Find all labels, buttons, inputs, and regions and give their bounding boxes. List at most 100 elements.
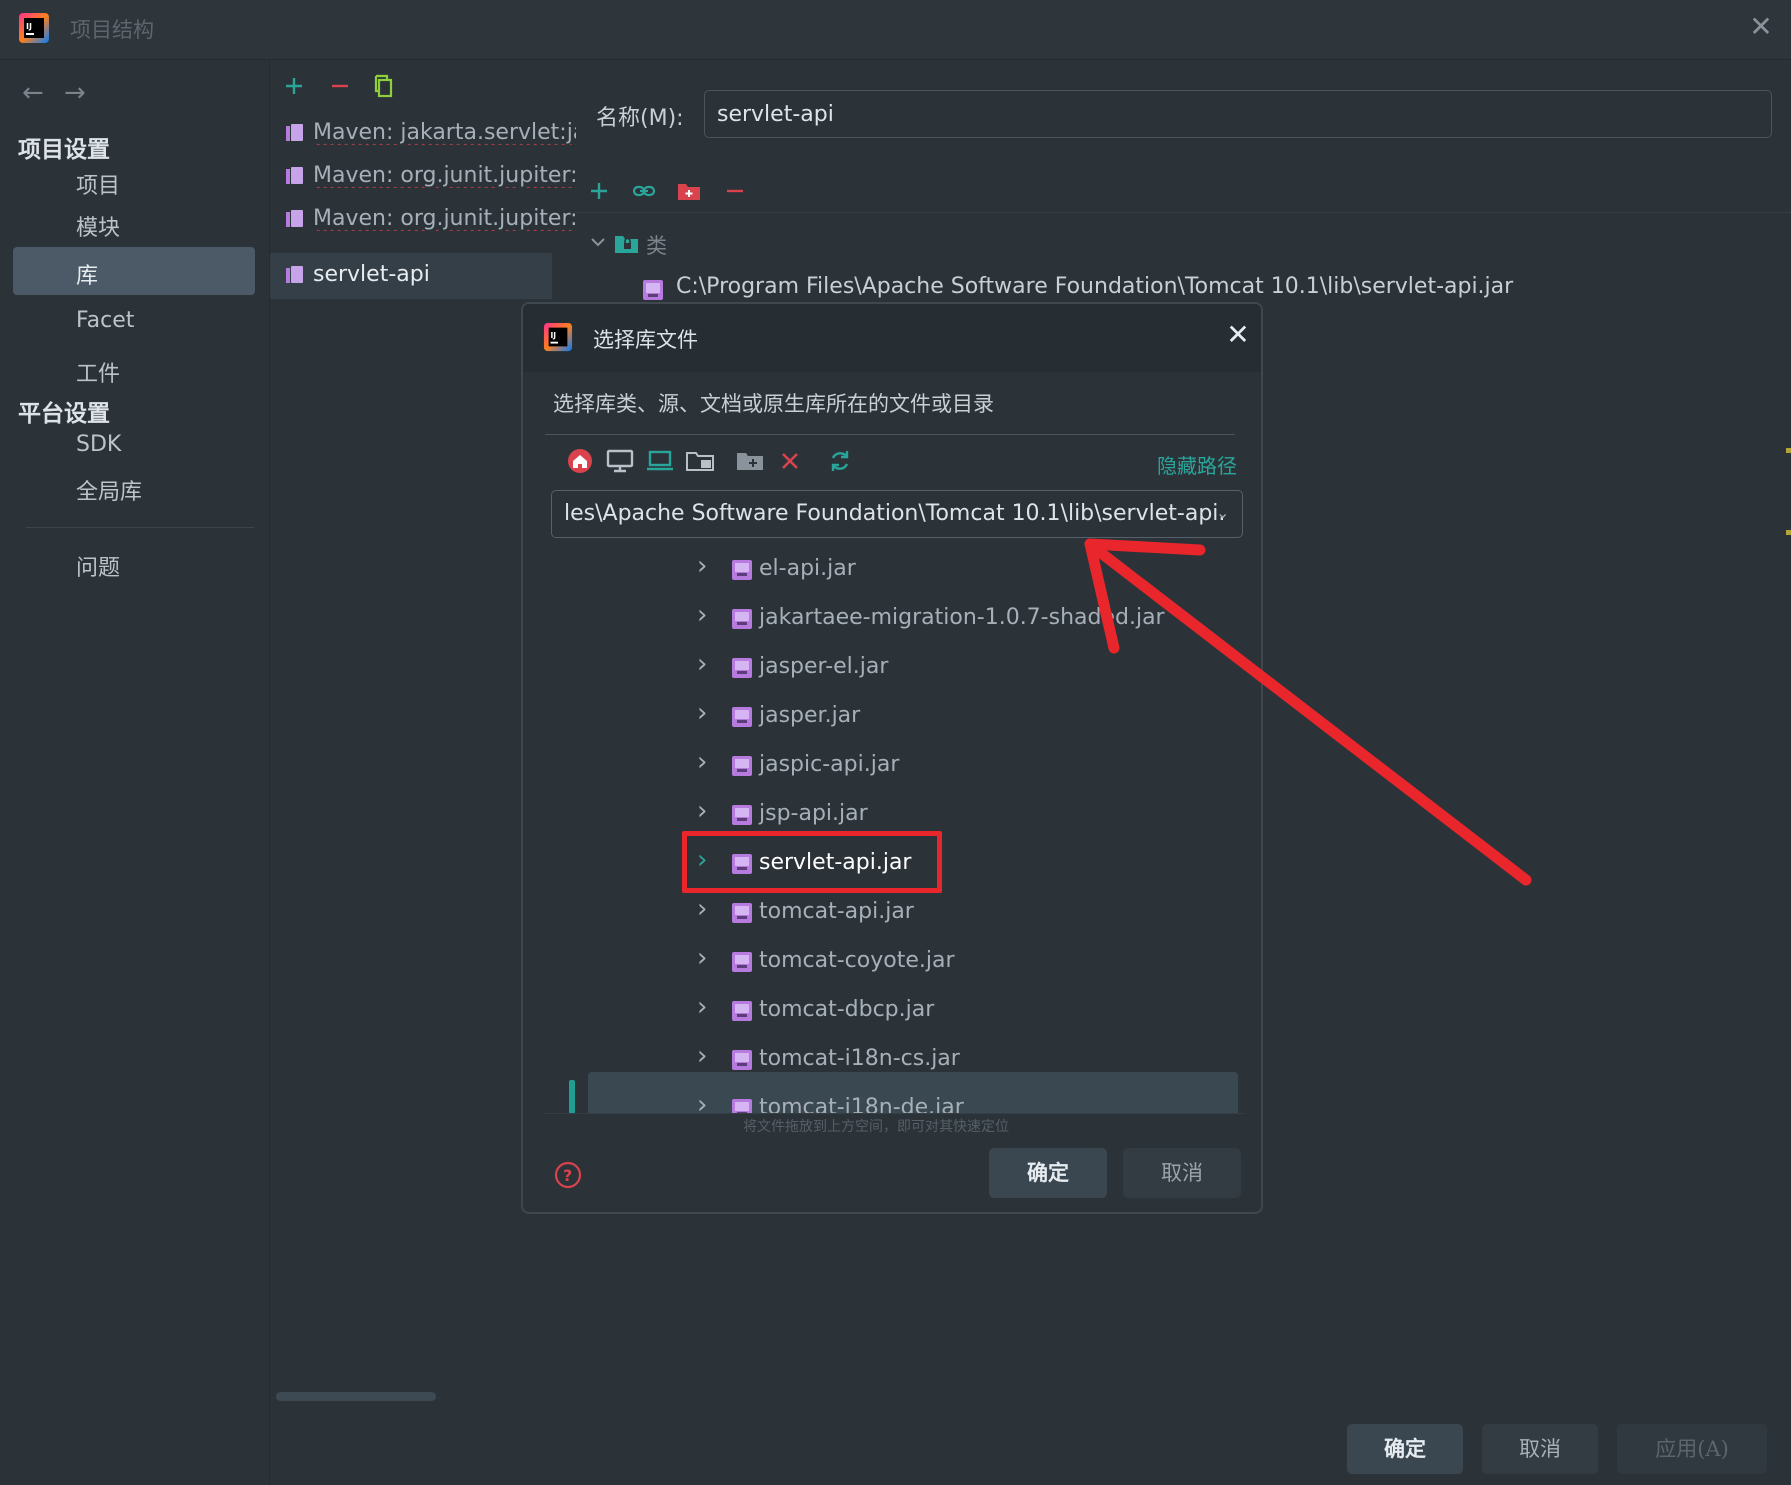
- library-icon: [286, 167, 303, 184]
- jar-icon: [732, 609, 752, 629]
- file-name: el-api.jar: [759, 556, 856, 581]
- horizontal-scrollbar[interactable]: [276, 1392, 436, 1401]
- close-icon[interactable]: ✕: [1746, 12, 1776, 42]
- remove-icon[interactable]: [722, 178, 748, 204]
- file-name: jasper.jar: [759, 703, 861, 728]
- classes-folder-icon: [615, 236, 638, 253]
- home-icon[interactable]: [565, 446, 595, 476]
- computer-icon[interactable]: [645, 446, 675, 476]
- tree-row[interactable]: › tomcat-i18n-cs.jar: [545, 1037, 1245, 1083]
- class-path-text: C:\Program Files\Apache Software Foundat…: [676, 274, 1514, 299]
- library-item-selected[interactable]: servlet-api: [276, 254, 576, 298]
- file-name: jsp-api.jar: [759, 801, 868, 826]
- dialog-title-bar: IJ 选择库文件 ✕: [523, 304, 1261, 372]
- intellij-logo-icon: IJ: [543, 322, 573, 352]
- copy-icon[interactable]: [370, 72, 398, 100]
- file-name: tomcat-i18n-cs.jar: [759, 1046, 960, 1071]
- file-name: tomcat-i18n-de.jar: [759, 1095, 964, 1114]
- nav-item-libraries-label[interactable]: 库: [76, 258, 98, 290]
- arrow-left-icon[interactable]: ←: [22, 78, 44, 108]
- annotation-arrow: [1084, 538, 1532, 886]
- library-icon: [286, 266, 303, 283]
- nav-item-project[interactable]: 项目: [76, 168, 120, 200]
- library-label: Maven: org.junit.jupiter:ju: [313, 163, 577, 188]
- chevron-right-icon[interactable]: ›: [697, 796, 707, 826]
- tree-row[interactable]: › tomcat-i18n-de.jar: [545, 1086, 1245, 1114]
- cancel-button[interactable]: 取消: [1482, 1424, 1598, 1474]
- new-folder-icon[interactable]: [735, 446, 765, 476]
- file-name: jaspic-api.jar: [759, 752, 900, 777]
- chevron-right-icon[interactable]: ›: [697, 698, 707, 728]
- library-item[interactable]: Maven: org.junit.jupiter:ju: [276, 198, 577, 242]
- drag-hint: 将文件拖放到上方空间，即可对其快速定位: [743, 1119, 1009, 1135]
- module-folder-icon[interactable]: [685, 446, 715, 476]
- jar-icon: [732, 560, 752, 580]
- refresh-icon[interactable]: [825, 446, 855, 476]
- remove-icon[interactable]: [326, 72, 354, 100]
- hide-path-link[interactable]: 隐藏路径: [1157, 450, 1237, 479]
- library-item[interactable]: Maven: jakarta.servlet:jak: [276, 112, 577, 156]
- chevron-right-icon[interactable]: ›: [697, 1090, 707, 1113]
- chevron-right-icon[interactable]: ›: [697, 894, 707, 924]
- name-label: 名称(M):: [596, 106, 684, 131]
- dialog-ok-button[interactable]: 确定: [989, 1148, 1107, 1198]
- close-icon[interactable]: ✕: [1221, 318, 1255, 352]
- ok-button[interactable]: 确定: [1347, 1424, 1463, 1474]
- classes-node[interactable]: [588, 228, 638, 260]
- file-name: jasper-el.jar: [759, 654, 889, 679]
- path-input-text[interactable]: les\Apache Software Foundation\Tomcat 10…: [564, 501, 1224, 526]
- library-item[interactable]: Maven: org.junit.jupiter:ju: [276, 155, 577, 199]
- dialog-cancel-button[interactable]: 取消: [1123, 1148, 1241, 1198]
- desktop-icon[interactable]: [605, 446, 635, 476]
- jar-icon: [732, 756, 752, 776]
- nav-item-global-libraries[interactable]: 全局库: [76, 474, 142, 506]
- tree-row[interactable]: › tomcat-dbcp.jar: [545, 988, 1245, 1034]
- chevron-right-icon[interactable]: ›: [697, 600, 707, 630]
- apply-button[interactable]: 应用(A): [1617, 1424, 1767, 1474]
- dialog-title: 选择库文件: [593, 328, 698, 352]
- dialog-description: 选择库类、源、文档或原生库所在的文件或目录: [553, 392, 994, 416]
- chevron-down-icon[interactable]: [588, 228, 608, 258]
- jar-icon: [732, 1001, 752, 1021]
- nav-item-sdk[interactable]: SDK: [76, 432, 121, 457]
- chevron-right-icon[interactable]: ›: [697, 992, 707, 1022]
- file-name: tomcat-coyote.jar: [759, 948, 955, 973]
- edge-marker: [1786, 448, 1791, 453]
- annotation-highlight-box: [682, 831, 942, 893]
- chevron-right-icon[interactable]: ›: [697, 649, 707, 679]
- chevron-down-icon[interactable]: ⌄: [1216, 503, 1229, 522]
- nav-item-libraries[interactable]: [13, 247, 255, 295]
- add-folder-icon[interactable]: [676, 178, 702, 204]
- nav-item-modules[interactable]: 模块: [76, 210, 120, 242]
- window-title: 项目结构: [70, 18, 154, 42]
- link-icon[interactable]: [631, 178, 657, 204]
- chevron-right-icon[interactable]: ›: [697, 1041, 707, 1071]
- tree-row[interactable]: › tomcat-api.jar: [545, 890, 1245, 936]
- settings-nav: ← → 项目设置 项目 模块 库 Facet 工件 平台设置 SDK 全局库 问…: [0, 60, 268, 1485]
- jar-icon: [732, 707, 752, 727]
- jar-icon: [732, 658, 752, 678]
- title-bar: IJ 项目结构 ✕: [0, 0, 1791, 60]
- project-settings-header: 项目设置: [18, 137, 110, 163]
- add-icon[interactable]: [280, 72, 308, 100]
- svg-text:IJ: IJ: [551, 331, 557, 340]
- intellij-logo-icon: IJ: [19, 13, 49, 43]
- jar-icon: [732, 1050, 752, 1070]
- svg-text:?: ?: [563, 1166, 572, 1185]
- add-icon[interactable]: [586, 178, 612, 204]
- arrow-right-icon[interactable]: →: [64, 78, 86, 108]
- help-icon[interactable]: ?: [553, 1160, 583, 1190]
- chevron-right-icon[interactable]: ›: [697, 943, 707, 973]
- nav-item-artifacts[interactable]: 工件: [76, 356, 120, 388]
- nav-divider: [26, 527, 254, 528]
- jar-icon: [643, 280, 663, 300]
- chevron-right-icon[interactable]: ›: [697, 551, 707, 581]
- tree-row[interactable]: › tomcat-coyote.jar: [545, 939, 1245, 985]
- class-path-row[interactable]: [642, 272, 664, 306]
- nav-item-problems[interactable]: 问题: [76, 550, 120, 582]
- library-label: Maven: jakarta.servlet:jak: [313, 120, 577, 145]
- name-input[interactable]: [704, 90, 1772, 138]
- delete-icon[interactable]: [775, 446, 805, 476]
- chevron-right-icon[interactable]: ›: [697, 747, 707, 777]
- nav-item-facet[interactable]: Facet: [76, 308, 134, 333]
